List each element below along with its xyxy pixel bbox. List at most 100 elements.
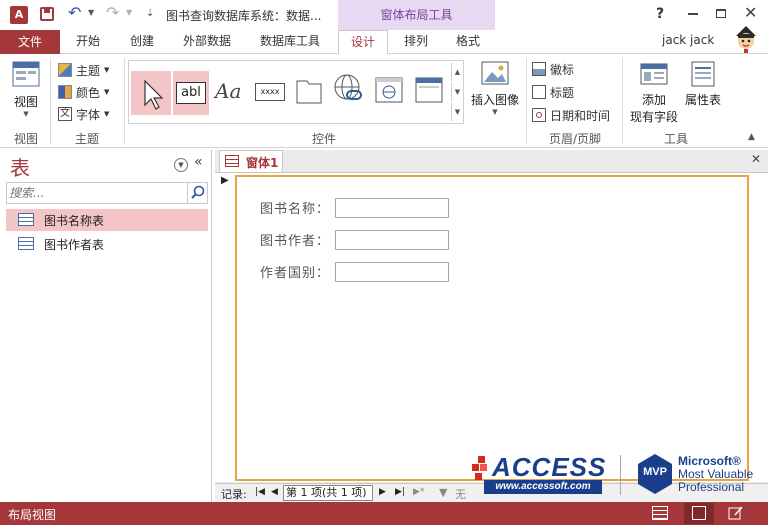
colors-icon [58, 85, 72, 99]
minimize-button[interactable] [688, 13, 698, 15]
tab-external-data[interactable]: 外部数据 [176, 30, 238, 54]
mvp-text: MVP [643, 466, 667, 478]
nav-list-item[interactable]: 图书名称表 [6, 209, 208, 231]
textbox-control[interactable]: abl [173, 71, 209, 115]
search-icon[interactable] [187, 183, 207, 203]
tab-arrange[interactable]: 排列 [394, 30, 438, 54]
field-input-book-author[interactable] [335, 230, 449, 250]
next-record-icon[interactable]: ▶ [379, 487, 386, 497]
fonts-icon: 文 [58, 107, 72, 121]
label-control[interactable]: Aa [215, 79, 241, 103]
status-bar: 布局视图 [0, 502, 768, 525]
nav-search-box[interactable] [6, 182, 208, 204]
date-time-button[interactable]: 日期和时间 [532, 105, 610, 125]
select-control[interactable] [131, 71, 171, 115]
field-input-book-name[interactable] [335, 198, 449, 218]
tab-home[interactable]: 开始 [68, 30, 108, 54]
status-text: 布局视图 [8, 508, 57, 522]
navigation-control-icon[interactable] [415, 77, 443, 103]
themes-icon [58, 63, 72, 77]
view-icon [12, 61, 40, 87]
filter-icon[interactable]: ▼ [439, 486, 447, 499]
redo-icon[interactable]: ↷ [106, 3, 119, 22]
gallery-scroll-down[interactable]: ▼ [451, 83, 463, 101]
document-tab-label: 窗体1 [246, 156, 279, 170]
colors-button[interactable]: 颜色 ▼ [58, 82, 109, 102]
controls-group-label: 控件 [311, 132, 336, 146]
undo-dropdown-icon[interactable]: ▼ [88, 8, 94, 17]
close-document-icon[interactable]: ✕ [751, 152, 761, 166]
logo-label: 徽标 [550, 62, 575, 77]
nav-item-label: 图书名称表 [44, 214, 105, 228]
last-record-icon[interactable]: ▶| [395, 487, 405, 497]
gallery-more[interactable]: ▼ [451, 103, 463, 121]
navigation-pane: 表 ▼ « 图书名称表 图书作者表 [0, 150, 212, 502]
view-button[interactable]: 视图 ▼ [8, 60, 44, 122]
field-label-book-author: 图书作者： [260, 234, 331, 249]
maximize-button[interactable] [716, 9, 726, 18]
table-icon [18, 237, 34, 250]
add-existing-fields-button[interactable]: 添加 现有字段 [628, 60, 680, 124]
hyperlink-icon[interactable] [333, 73, 365, 107]
redo-dropdown-icon[interactable]: ▼ [126, 8, 132, 17]
filter-label: 无 [455, 488, 466, 501]
fonts-button[interactable]: 文 字体 ▼ [58, 104, 109, 124]
property-sheet-button[interactable]: 属性表 [682, 60, 724, 124]
prev-record-icon[interactable]: ◀ [271, 487, 278, 497]
field-input-author-country[interactable] [335, 262, 449, 282]
property-sheet-icon [691, 61, 715, 87]
app-icon[interactable]: A [10, 6, 28, 24]
property-sheet-label: 属性表 [684, 93, 721, 107]
save-icon[interactable] [40, 7, 54, 21]
add-fields-label-1: 添加 [641, 93, 666, 107]
title-bar: A ↶ ▼ ↷ ▼ ⇣ 图书查询数据库系统：数据... 窗体布局工具 ? ✕ [0, 0, 768, 30]
ms-line-3: Professional [678, 480, 745, 494]
nav-pane-collapse-icon[interactable]: « [194, 154, 203, 170]
nav-search-input[interactable] [9, 185, 183, 201]
insert-image-button[interactable]: 插入图像 ▼ [470, 60, 520, 124]
document-tab[interactable]: 窗体1 [219, 150, 283, 172]
title-icon [532, 85, 546, 99]
tab-create[interactable]: 创建 [122, 30, 162, 54]
title-button[interactable]: 标题 [532, 82, 574, 102]
button-control[interactable]: xxxx [255, 83, 285, 101]
gallery-scroll-up[interactable]: ▲ [451, 63, 463, 81]
add-fields-icon [640, 63, 668, 85]
logo-button[interactable]: 徽标 [532, 59, 574, 79]
record-number-input[interactable]: 第 1 项(共 1 项) [283, 485, 373, 501]
help-button[interactable]: ? [656, 6, 664, 22]
design-view-icon[interactable] [728, 505, 744, 521]
access-logo-text: ACCESS [492, 452, 607, 482]
user-name[interactable]: jack jack [662, 33, 714, 47]
tab-design[interactable]: 设计 [338, 30, 388, 54]
tab-file[interactable]: 文件 [0, 30, 60, 54]
undo-icon[interactable]: ↶ [68, 3, 81, 22]
context-tab-title: 窗体布局工具 [338, 0, 495, 30]
tab-control-icon[interactable] [295, 75, 323, 105]
document-area: 窗体1 ✕ ▶ 图书名称： 图书作者： 作者国别： 记录: |◀ ◀ 第 1 项… [215, 150, 768, 502]
themes-label: 主题 [76, 63, 101, 78]
theme-group-label: 主题 [74, 132, 99, 146]
nav-pane-menu-icon[interactable]: ▼ [174, 158, 188, 172]
first-record-icon[interactable]: |◀ [255, 487, 265, 497]
view-group-label: 视图 [13, 132, 38, 146]
table-icon [18, 213, 34, 226]
mvp-badge: MVP [636, 452, 674, 496]
tab-format[interactable]: 格式 [446, 30, 490, 54]
web-browser-icon[interactable] [375, 77, 403, 103]
record-selector-icon[interactable]: ▶ [221, 175, 229, 186]
tab-database-tools[interactable]: 数据库工具 [254, 30, 326, 54]
layout-view-icon[interactable] [684, 503, 714, 524]
view-label: 视图 [13, 95, 38, 109]
nav-pane-title[interactable]: 表 [10, 152, 30, 181]
form-view-icon[interactable] [652, 506, 668, 520]
nav-item-label: 图书作者表 [44, 238, 105, 252]
new-record-icon[interactable]: ▶* [413, 487, 424, 497]
close-button[interactable]: ✕ [744, 3, 757, 22]
nav-list-item[interactable]: 图书作者表 [6, 233, 208, 255]
logo-icon [532, 62, 546, 76]
avatar[interactable] [734, 26, 758, 53]
themes-button[interactable]: 主题 ▼ [58, 60, 109, 80]
collapse-ribbon-icon[interactable]: ▲ [748, 132, 755, 142]
customize-qat-icon[interactable]: ⇣ [146, 8, 154, 19]
